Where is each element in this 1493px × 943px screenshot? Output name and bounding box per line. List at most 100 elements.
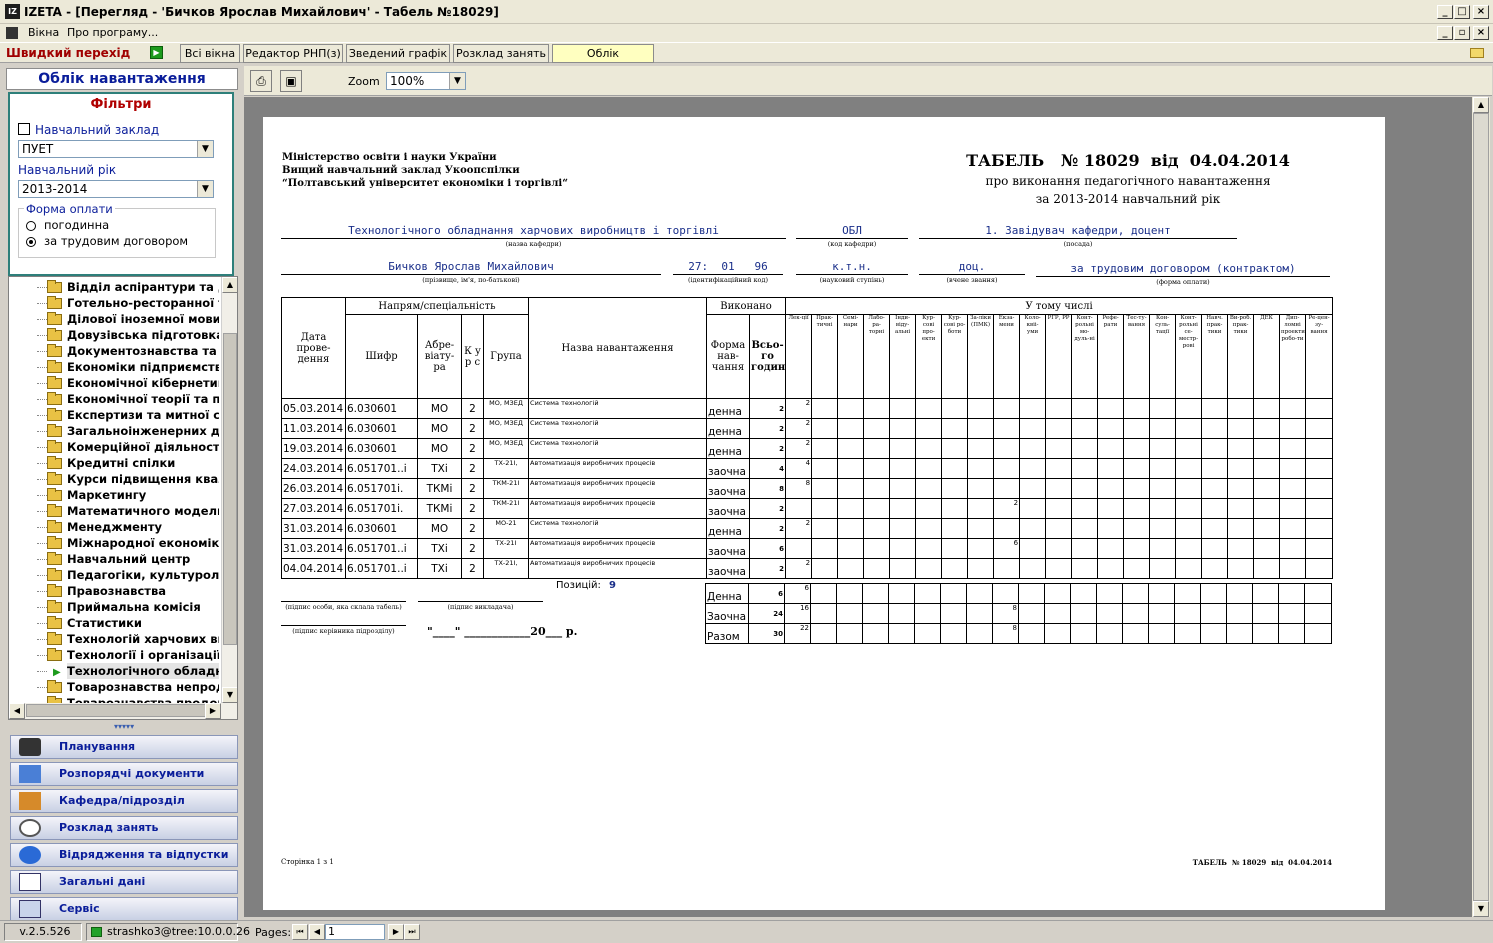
- child-window-icon[interactable]: [6, 27, 18, 39]
- nav-general[interactable]: Загальні дані: [10, 870, 238, 894]
- export-icon[interactable]: ▣: [280, 70, 302, 92]
- tab-all-windows[interactable]: Всі вікна: [180, 44, 240, 63]
- form-cell: денна: [706, 518, 751, 539]
- minimize-button[interactable]: _: [1437, 5, 1453, 19]
- tree-vertical-scrollbar[interactable]: ▲ ▼: [221, 277, 237, 703]
- tree-item[interactable]: Технології і організації х: [9, 647, 219, 663]
- nav-service[interactable]: Сервіс: [10, 897, 238, 921]
- hours-cell: [1175, 438, 1203, 459]
- play-icon[interactable]: ▶: [150, 46, 163, 59]
- scroll-thumb[interactable]: [1473, 113, 1489, 901]
- table-row[interactable]: 11.03.2014 6.030601 МО 2 МО, МЗЕД Система тех…: [281, 418, 1334, 439]
- preview-vertical-scrollbar[interactable]: ▲ ▼: [1472, 97, 1490, 917]
- hours-cell: [1227, 458, 1255, 479]
- menu-about[interactable]: Про програму...: [67, 26, 158, 39]
- tree-item[interactable]: Готельно-ресторанної та: [9, 295, 219, 311]
- table-row[interactable]: 27.03.2014 6.051701і. ТКМі 2 ТКМ-21І Автомати…: [281, 498, 1334, 519]
- institution-checkbox[interactable]: [18, 123, 30, 135]
- scroll-up-icon[interactable]: ▲: [1473, 97, 1489, 113]
- chevron-down-icon[interactable]: ▼: [449, 73, 465, 89]
- folder-icon[interactable]: [1470, 48, 1484, 58]
- tree-item[interactable]: Кредитні спілки: [9, 455, 219, 471]
- scroll-down-icon[interactable]: ▼: [222, 687, 237, 703]
- tree-horizontal-scrollbar[interactable]: ◀ ▶: [9, 703, 237, 719]
- tree-item[interactable]: Економіки підприємства: [9, 359, 219, 375]
- table-row[interactable]: 04.04.2014 6.051701..і ТХі 2 ТХ-21І, Автомати…: [281, 558, 1334, 579]
- department-tree[interactable]: Відділ аспірантури та док Готельно-рестор…: [8, 276, 238, 720]
- first-page-icon[interactable]: ⏮: [292, 924, 308, 940]
- tree-item[interactable]: Загальноінженерних дис: [9, 423, 219, 439]
- tree-item[interactable]: Менеджменту: [9, 519, 219, 535]
- hours-cell: [1201, 498, 1229, 519]
- table-row[interactable]: 19.03.2014 6.030601 МО 2 МО, МЗЕД Система тех…: [281, 438, 1334, 459]
- tree-item[interactable]: Експертизи та митної сп: [9, 407, 219, 423]
- tree-item[interactable]: Відділ аспірантури та док: [9, 279, 219, 295]
- prev-page-icon[interactable]: ◀: [309, 924, 325, 940]
- person-caption: (прізвище, ім'я, по-батькові): [422, 276, 520, 284]
- tree-item[interactable]: Курси підвищення кваліф: [9, 471, 219, 487]
- splitter-grip[interactable]: ▾▾▾▾▾: [114, 722, 134, 731]
- tab-timetable[interactable]: Розклад занять: [453, 44, 549, 63]
- tab-rnp-editor[interactable]: Редактор РНП(з): [243, 44, 343, 63]
- tree-item[interactable]: Ділової іноземної мови: [9, 311, 219, 327]
- close-button[interactable]: ×: [1473, 5, 1489, 19]
- tree-item-label: Ділової іноземної мови: [67, 312, 219, 326]
- tree-item[interactable]: ▶ Технологічного обладнан: [9, 663, 219, 679]
- tree-item[interactable]: Довузівська підготовка: [9, 327, 219, 343]
- menu-windows[interactable]: Вікна: [28, 26, 59, 39]
- nav-trips[interactable]: Відрядження та відпустки: [10, 843, 238, 867]
- nav-department[interactable]: Кафедра/підрозділ: [10, 789, 238, 813]
- scroll-right-icon[interactable]: ▶: [205, 703, 221, 719]
- tree-item[interactable]: Технологій харчових вирс: [9, 631, 219, 647]
- next-page-icon[interactable]: ▶: [388, 924, 404, 940]
- chevron-down-icon[interactable]: ▼: [197, 141, 213, 157]
- hours-cell: [1279, 418, 1307, 439]
- child-restore-button[interactable]: ▫: [1454, 26, 1470, 40]
- tree-item[interactable]: Приймальна комісія: [9, 599, 219, 615]
- table-row[interactable]: 31.03.2014 6.030601 МО 2 МО-21 Система технол…: [281, 518, 1334, 539]
- hours-cell: [1305, 498, 1334, 519]
- print-icon[interactable]: ⎙: [250, 70, 272, 92]
- maximize-button[interactable]: □: [1454, 5, 1470, 19]
- tree-item[interactable]: Математичного моделюв: [9, 503, 219, 519]
- child-close-button[interactable]: ×: [1473, 26, 1489, 40]
- nav-timetable[interactable]: Розклад занять: [10, 816, 238, 840]
- tree-item[interactable]: Маркетингу: [9, 487, 219, 503]
- tree-item[interactable]: Комерційної діяльності і: [9, 439, 219, 455]
- hscroll-thumb[interactable]: [26, 704, 206, 717]
- tree-item[interactable]: Педагогіки, культурологі: [9, 567, 219, 583]
- tab-summary-schedule[interactable]: Зведений графік: [346, 44, 450, 63]
- scroll-thumb[interactable]: [223, 333, 237, 645]
- table-row[interactable]: 05.03.2014 6.030601 МО 2 МО, МЗЕД Система тех…: [281, 398, 1334, 419]
- hours-cell: [1175, 538, 1203, 559]
- page-number-input[interactable]: 1: [325, 924, 385, 940]
- tree-item[interactable]: Документознавства та ін: [9, 343, 219, 359]
- last-page-icon[interactable]: ⏭: [404, 924, 420, 940]
- app-icon[interactable]: IZ: [5, 4, 20, 19]
- payment-contract-radio[interactable]: [26, 237, 36, 247]
- chevron-down-icon[interactable]: ▼: [197, 181, 213, 197]
- scroll-up-icon[interactable]: ▲: [222, 277, 237, 293]
- institution-select[interactable]: ПУЕТ ▼: [18, 140, 214, 158]
- tree-item[interactable]: Правознавства: [9, 583, 219, 599]
- scroll-left-icon[interactable]: ◀: [9, 703, 25, 719]
- tree-item[interactable]: Статистики: [9, 615, 219, 631]
- scroll-down-icon[interactable]: ▼: [1473, 901, 1489, 917]
- payment-hourly-radio[interactable]: [26, 221, 36, 231]
- tree-item[interactable]: Навчальний центр: [9, 551, 219, 567]
- tree-item[interactable]: Товарознавства непродо: [9, 679, 219, 695]
- table-row[interactable]: 31.03.2014 6.051701..і ТХі 2 ТХ-21І Автоматиз…: [281, 538, 1334, 559]
- nav-orders[interactable]: Розпорядчі документи: [10, 762, 238, 786]
- tree-item[interactable]: Економічної кібернетики: [9, 375, 219, 391]
- year-select[interactable]: 2013-2014 ▼: [18, 180, 214, 198]
- tree-item[interactable]: Міжнародної економіки: [9, 535, 219, 551]
- table-row[interactable]: 24.03.2014 6.051701..і ТХі 2 ТХ-21І, Автомати…: [281, 458, 1334, 479]
- hours-cell: [1279, 498, 1307, 519]
- tree-item[interactable]: Економічної теорії та при: [9, 391, 219, 407]
- zoom-select[interactable]: 100% ▼: [386, 72, 466, 90]
- child-minimize-button[interactable]: _: [1437, 26, 1453, 40]
- table-row[interactable]: 26.03.2014 6.051701і. ТКМі 2 ТКМ-21І Автомати…: [281, 478, 1334, 499]
- tab-workload[interactable]: Облік навантаж..: [552, 44, 654, 77]
- hours-cell: [993, 398, 1021, 419]
- nav-planning[interactable]: Планування: [10, 735, 238, 759]
